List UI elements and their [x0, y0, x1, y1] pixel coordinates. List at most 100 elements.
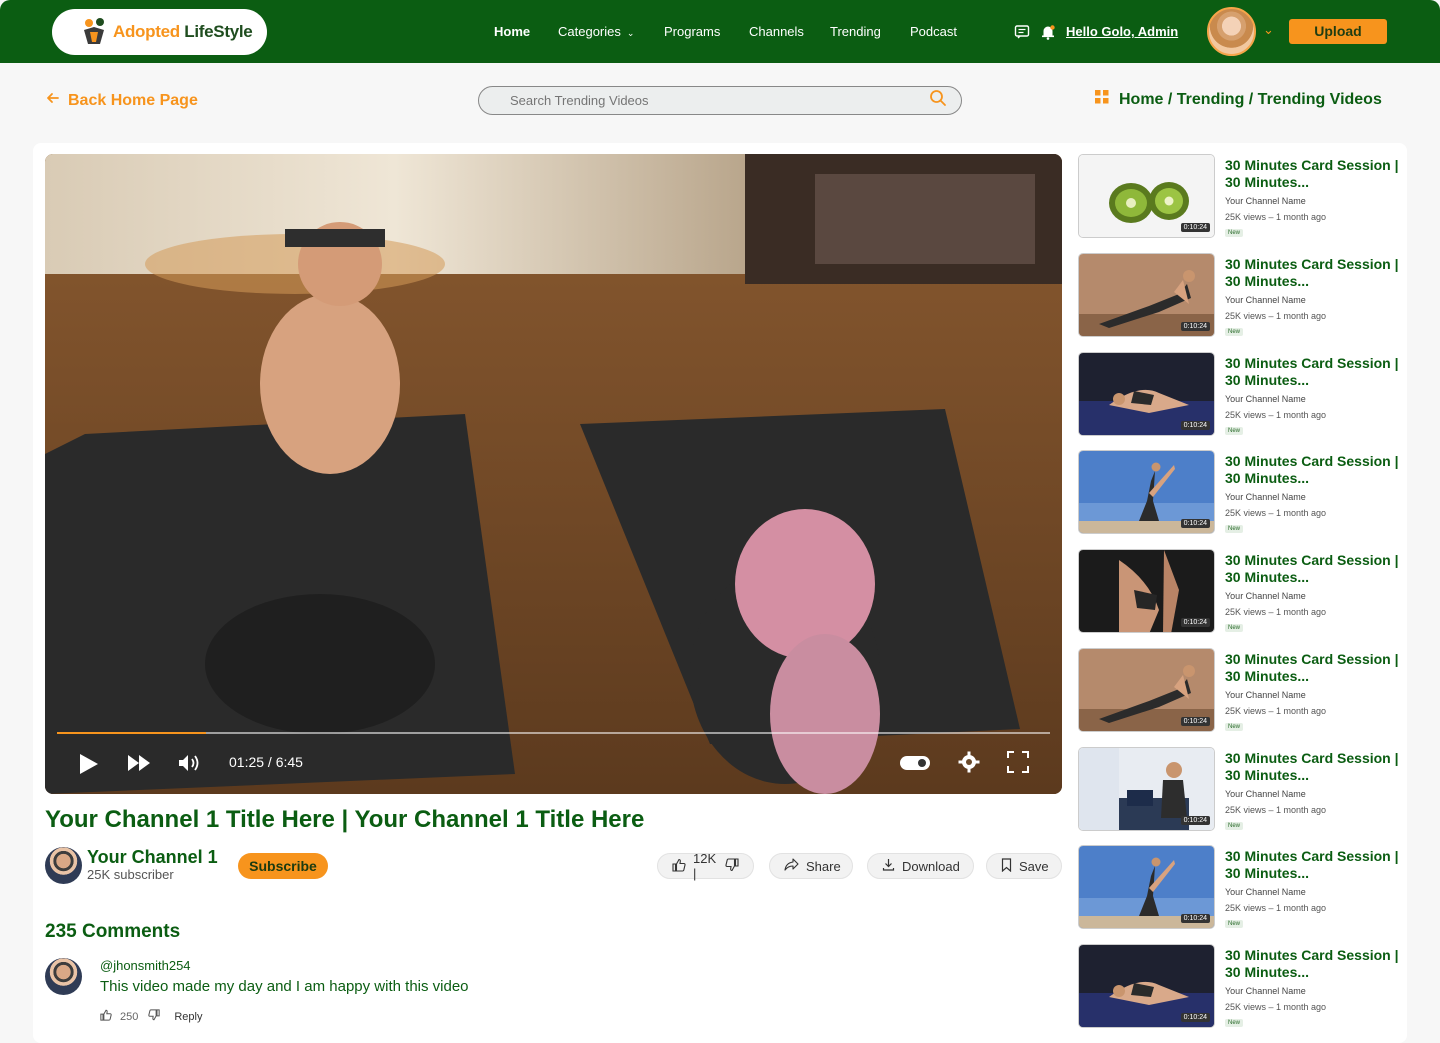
recommended-video-thumbnail[interactable]: 0:10:24	[1078, 549, 1215, 633]
recommended-video-card[interactable]: 0:10:24 30 Minutes Card Session | 30 Minu…	[1078, 351, 1408, 436]
back-home-link[interactable]: Back Home Page	[46, 91, 198, 110]
video-duration-badge: 0:10:24	[1180, 1013, 1210, 1022]
recommended-video-title[interactable]: 30 Minutes Card Session | 30 Minutes...	[1225, 552, 1405, 586]
recommended-video-card[interactable]: 0:10:24 30 Minutes Card Session | 30 Minu…	[1078, 845, 1408, 930]
recommended-video-card[interactable]: 0:10:24 30 Minutes Card Session | 30 Minu…	[1078, 944, 1408, 1028]
channel-name[interactable]: Your Channel 1	[87, 847, 218, 868]
recommended-channel-name[interactable]: Your Channel Name	[1225, 789, 1306, 799]
comment-reply-button[interactable]: Reply	[174, 1011, 202, 1023]
thumbs-up-icon[interactable]	[672, 858, 686, 875]
comment-avatar[interactable]	[45, 958, 82, 995]
nav-item-podcast[interactable]: Podcast	[910, 24, 957, 39]
share-icon	[784, 858, 799, 874]
recommended-video-title[interactable]: 30 Minutes Card Session | 30 Minutes...	[1225, 453, 1405, 487]
recommended-video-title[interactable]: 30 Minutes Card Session | 30 Minutes...	[1225, 848, 1405, 882]
recommended-video-thumbnail[interactable]: 0:10:24	[1078, 845, 1215, 930]
recommended-video-meta: 25K views – 1 month ago	[1225, 409, 1327, 420]
thumbs-down-icon[interactable]	[725, 857, 739, 875]
nav-item-categories[interactable]: Categories ⌄	[558, 24, 634, 39]
user-greeting-link[interactable]: Hello Golo, Admin	[1066, 24, 1178, 39]
recommended-video-thumbnail[interactable]: 0:10:24	[1078, 944, 1215, 1028]
new-badge: New	[1225, 525, 1244, 534]
download-icon	[882, 858, 895, 874]
video-frame-image	[45, 154, 1062, 794]
user-avatar[interactable]	[1207, 7, 1256, 56]
recommended-video-meta: 25K views – 1 month ago	[1225, 903, 1327, 914]
recommended-video-thumbnail[interactable]: 0:10:24	[1078, 746, 1215, 831]
recommended-video-card[interactable]: 0:10:24 30 Minutes Card Session | 30 Minu…	[1078, 450, 1408, 535]
fast-forward-icon[interactable]	[127, 754, 151, 777]
download-button[interactable]: Download	[867, 853, 974, 879]
new-badge: New	[1225, 821, 1244, 830]
video-duration-badge: 0:10:24	[1180, 618, 1210, 627]
comment-username[interactable]: @jhonsmith254	[100, 958, 191, 973]
share-label: Share	[806, 858, 841, 874]
nav-item-channels[interactable]: Channels	[749, 24, 804, 39]
recommended-video-meta: 25K views – 1 month ago	[1225, 705, 1327, 716]
video-player[interactable]: 01:25 / 6:45	[45, 154, 1062, 794]
recommended-video-title[interactable]: 30 Minutes Card Session | 30 Minutes...	[1225, 947, 1405, 981]
comment-like-count: 250	[120, 1010, 139, 1023]
bell-icon[interactable]	[1040, 24, 1056, 40]
like-count[interactable]: 12K |	[693, 851, 718, 881]
like-dislike-group: 12K |	[657, 851, 754, 881]
video-progress-bar[interactable]	[57, 732, 1050, 734]
nav-item-home[interactable]: Home	[494, 24, 530, 39]
recommended-video-card[interactable]: 0:10:24 30 Minutes Card Session | 30 Minu…	[1078, 154, 1408, 238]
upload-button[interactable]: Upload	[1289, 19, 1387, 44]
recommended-video-card[interactable]: 0:10:24 30 Minutes Card Session | 30 Minu…	[1078, 549, 1408, 633]
recommended-channel-name[interactable]: Your Channel Name	[1225, 986, 1306, 996]
recommended-channel-name[interactable]: Your Channel Name	[1225, 492, 1306, 502]
recommended-video-title[interactable]: 30 Minutes Card Session | 30 Minutes...	[1225, 355, 1405, 389]
chevron-down-icon[interactable]: ⌄	[1263, 22, 1274, 38]
nav-item-programs[interactable]: Programs	[664, 24, 720, 39]
recommended-video-meta: 25K views – 1 month ago	[1225, 607, 1327, 617]
recommended-channel-name[interactable]: Your Channel Name	[1225, 394, 1306, 404]
breadcrumb-text[interactable]: Home / Trending / Trending Videos	[1119, 91, 1382, 109]
channel-avatar[interactable]	[45, 847, 82, 884]
new-badge: New	[1225, 624, 1244, 632]
breadcrumb: Home / Trending / Trending Videos	[1095, 90, 1382, 109]
share-button[interactable]: Share	[769, 853, 853, 879]
recommended-channel-name[interactable]: Your Channel Name	[1225, 887, 1306, 897]
video-controls: 01:25 / 6:45	[45, 744, 1062, 784]
search-icon[interactable]	[929, 89, 947, 112]
settings-gear-icon[interactable]	[958, 751, 980, 778]
recommended-video-thumbnail[interactable]: 0:10:24	[1078, 647, 1215, 732]
recommended-video-thumbnail[interactable]: 0:10:24	[1078, 450, 1215, 535]
recommended-channel-name[interactable]: Your Channel Name	[1225, 591, 1306, 601]
comment-dislike-icon[interactable]	[148, 1009, 161, 1024]
save-label: Save	[1019, 858, 1049, 874]
recommended-video-thumbnail[interactable]: 0:10:24	[1078, 351, 1215, 436]
autoplay-toggle-icon[interactable]	[900, 755, 930, 776]
search-input[interactable]	[510, 93, 929, 108]
subscribe-button[interactable]: Subscribe	[238, 853, 328, 879]
play-icon[interactable]	[78, 752, 100, 781]
recommended-video-title[interactable]: 30 Minutes Card Session | 30 Minutes...	[1225, 256, 1405, 290]
save-button[interactable]: Save	[986, 853, 1062, 879]
back-home-label: Back Home Page	[68, 91, 198, 109]
comment-like-icon[interactable]	[100, 1009, 112, 1024]
video-duration-badge: 0:10:24	[1180, 321, 1210, 331]
recommended-video-card[interactable]: 0:10:24 30 Minutes Card Session | 30 Minu…	[1078, 746, 1408, 831]
recommended-video-meta: 25K views – 1 month ago	[1225, 508, 1327, 519]
fullscreen-icon[interactable]	[1007, 751, 1029, 778]
arrow-left-icon	[46, 91, 60, 110]
volume-icon[interactable]	[177, 753, 201, 778]
recommended-channel-name[interactable]: Your Channel Name	[1225, 295, 1306, 305]
recommended-video-card[interactable]: 0:10:24 30 Minutes Card Session | 30 Minu…	[1078, 252, 1408, 337]
recommended-video-meta: 25K views – 1 month ago	[1225, 804, 1327, 815]
recommended-channel-name[interactable]: Your Channel Name	[1225, 196, 1306, 206]
video-time: 01:25 / 6:45	[229, 754, 303, 770]
recommended-video-title[interactable]: 30 Minutes Card Session | 30 Minutes...	[1225, 651, 1405, 685]
nav-item-trending[interactable]: Trending	[830, 24, 881, 39]
recommended-video-card[interactable]: 0:10:24 30 Minutes Card Session | 30 Minu…	[1078, 647, 1408, 732]
recommended-video-title[interactable]: 30 Minutes Card Session | 30 Minutes...	[1225, 750, 1405, 784]
recommended-channel-name[interactable]: Your Channel Name	[1225, 690, 1306, 700]
new-badge: New	[1225, 327, 1244, 336]
bookmark-icon	[1001, 857, 1012, 875]
recommended-video-title[interactable]: 30 Minutes Card Session | 30 Minutes...	[1225, 157, 1405, 191]
recommended-video-thumbnail[interactable]: 0:10:24	[1078, 252, 1215, 337]
recommended-video-thumbnail[interactable]: 0:10:24	[1078, 154, 1215, 238]
message-icon[interactable]	[1014, 24, 1030, 40]
